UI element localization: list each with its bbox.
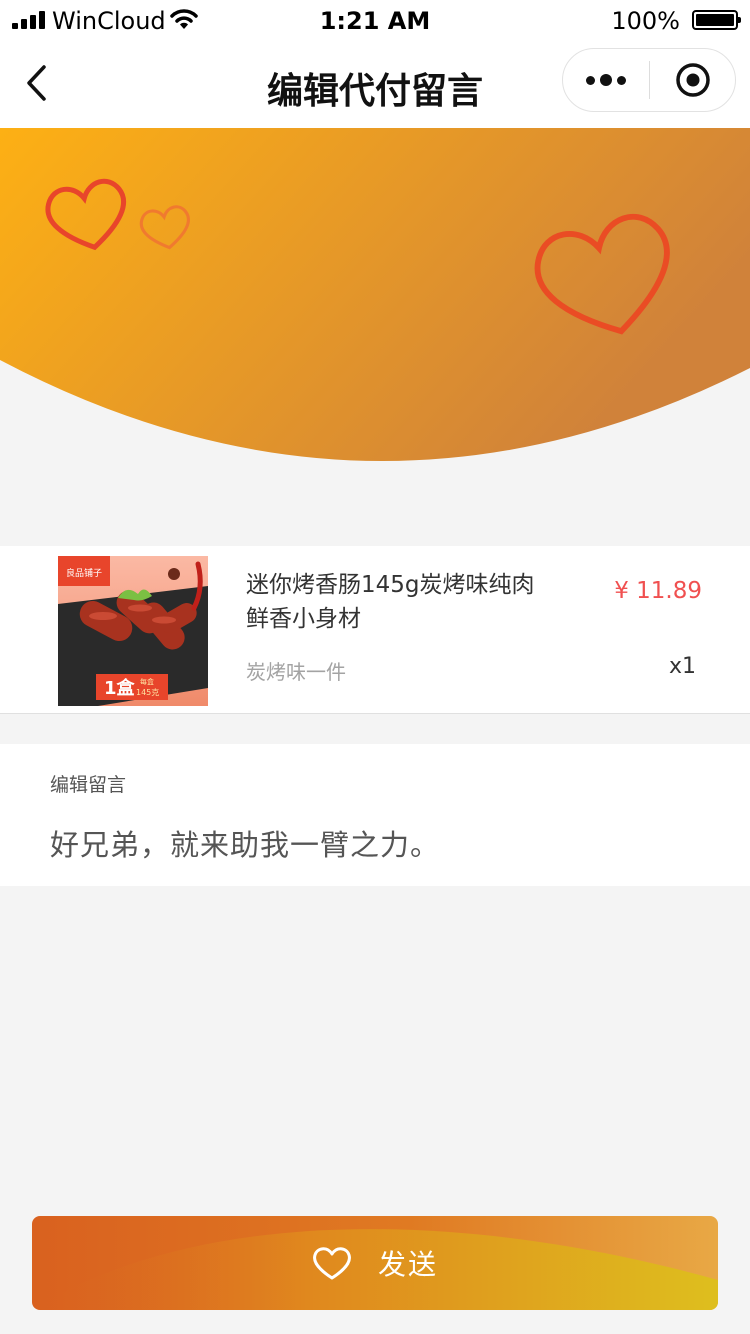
product-quantity: x1 (668, 654, 696, 679)
product-image: 良品铺子 1盒 每盒 145克 (58, 556, 208, 706)
svg-text:良品铺子: 良品铺子 (66, 567, 102, 579)
close-mini-program-button[interactable] (650, 49, 735, 111)
message-input[interactable]: 好兄弟，就来助我一臂之力。 (50, 822, 440, 864)
svg-text:145克: 145克 (136, 688, 159, 697)
message-section: 编辑留言 好兄弟，就来助我一臂之力。 (0, 744, 750, 886)
battery-percentage: 100% (611, 7, 680, 35)
product-card[interactable]: 良品铺子 1盒 每盒 145克 迷你烤香肠145g炭烤味纯肉鲜香小身材 炭烤味一… (0, 546, 750, 714)
heart-outline-icon (313, 1247, 351, 1280)
navigation-bar: 编辑代付留言 (0, 40, 750, 128)
product-spec: 炭烤味一件 (246, 660, 346, 684)
svg-text:每盒: 每盒 (140, 677, 154, 686)
svg-text:1盒: 1盒 (104, 677, 136, 699)
more-dots-icon (586, 75, 595, 85)
message-label: 编辑留言 (50, 774, 127, 796)
battery-icon (692, 10, 741, 30)
product-name: 迷你烤香肠145g炭烤味纯肉鲜香小身材 (246, 572, 535, 632)
mini-program-capsule (562, 48, 736, 112)
status-bar: WinCloud 1:21 AM 100% (0, 0, 750, 40)
header-banner (0, 128, 750, 468)
product-price: ¥ 11.89 (614, 578, 702, 604)
more-options-button[interactable] (563, 49, 649, 111)
send-button[interactable]: 发送 (32, 1216, 718, 1310)
target-close-icon (675, 63, 710, 97)
send-button-label: 发送 (377, 1248, 438, 1281)
